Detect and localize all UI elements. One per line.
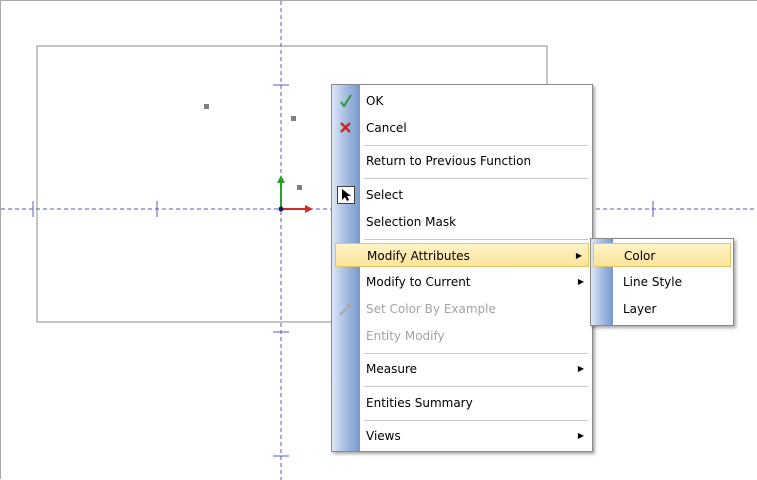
context-menu: OK Cancel Return to Previous Function Se…	[331, 84, 593, 452]
menu-separator	[364, 420, 588, 421]
menu-item-label: Layer	[623, 302, 657, 316]
menu-item-entities-summary[interactable]: Entities Summary	[334, 391, 590, 415]
menu-item-select[interactable]: Select	[334, 183, 590, 207]
menu-separator	[364, 386, 588, 387]
submenu-arrow-icon: ▶	[577, 431, 584, 440]
menu-item-entity-modify: Entity Modify	[334, 324, 590, 348]
menu-separator	[364, 145, 588, 146]
arrow-cursor-icon	[337, 186, 355, 204]
menu-item-set-color-by-example: Set Color By Example	[334, 297, 590, 321]
menu-item-label: Entity Modify	[366, 329, 445, 343]
menu-item-label: Color	[624, 249, 656, 263]
menu-item-label: Return to Previous Function	[366, 154, 532, 168]
menu-item-label: Modify Attributes	[367, 249, 470, 263]
submenu-arrow-icon: ▶	[577, 277, 584, 286]
menu-item-label: Line Style	[623, 275, 682, 289]
grip-point[interactable]	[297, 185, 302, 190]
menu-separator	[364, 178, 588, 179]
menu-item-label: Select	[366, 188, 404, 202]
menu-item-ok[interactable]: OK	[334, 89, 590, 113]
modify-attributes-submenu: Color Line Style Layer	[590, 238, 734, 326]
grip-point[interactable]	[291, 116, 296, 121]
menu-item-label: Selection Mask	[366, 215, 457, 229]
menu-item-label: Entities Summary	[366, 396, 473, 410]
submenu-item-line-style[interactable]: Line Style	[593, 270, 731, 294]
menu-item-modify-to-current[interactable]: Modify to Current ▶	[334, 270, 590, 294]
menu-item-selection-mask[interactable]: Selection Mask	[334, 210, 590, 234]
menu-item-measure[interactable]: Measure ▶	[334, 357, 590, 381]
menu-item-label: Views	[366, 429, 401, 443]
menu-item-modify-attributes[interactable]: Modify Attributes ▶	[335, 243, 589, 267]
menu-item-label: Cancel	[366, 121, 407, 135]
submenu-item-layer[interactable]: Layer	[593, 297, 731, 321]
menu-separator	[364, 239, 588, 240]
red-x-icon	[337, 119, 355, 137]
checkmark-icon	[337, 92, 355, 110]
submenu-item-color[interactable]: Color	[593, 243, 731, 267]
submenu-arrow-icon: ▶	[577, 364, 584, 373]
origin-point	[278, 206, 284, 212]
y-axis-arrowhead	[277, 175, 285, 183]
menu-item-return-to-previous-function[interactable]: Return to Previous Function	[334, 149, 590, 173]
eyedropper-icon	[337, 300, 355, 318]
submenu-arrow-icon: ▶	[575, 251, 582, 260]
grip-point[interactable]	[204, 104, 209, 109]
menu-item-label: Modify to Current	[366, 275, 471, 289]
menu-item-label: OK	[366, 94, 384, 108]
menu-separator	[364, 353, 588, 354]
x-axis-arrowhead	[305, 205, 313, 213]
menu-item-cancel[interactable]: Cancel	[334, 116, 590, 140]
menu-item-views[interactable]: Views ▶	[334, 424, 590, 448]
menu-item-label: Set Color By Example	[366, 302, 496, 316]
menu-item-label: Measure	[366, 362, 417, 376]
